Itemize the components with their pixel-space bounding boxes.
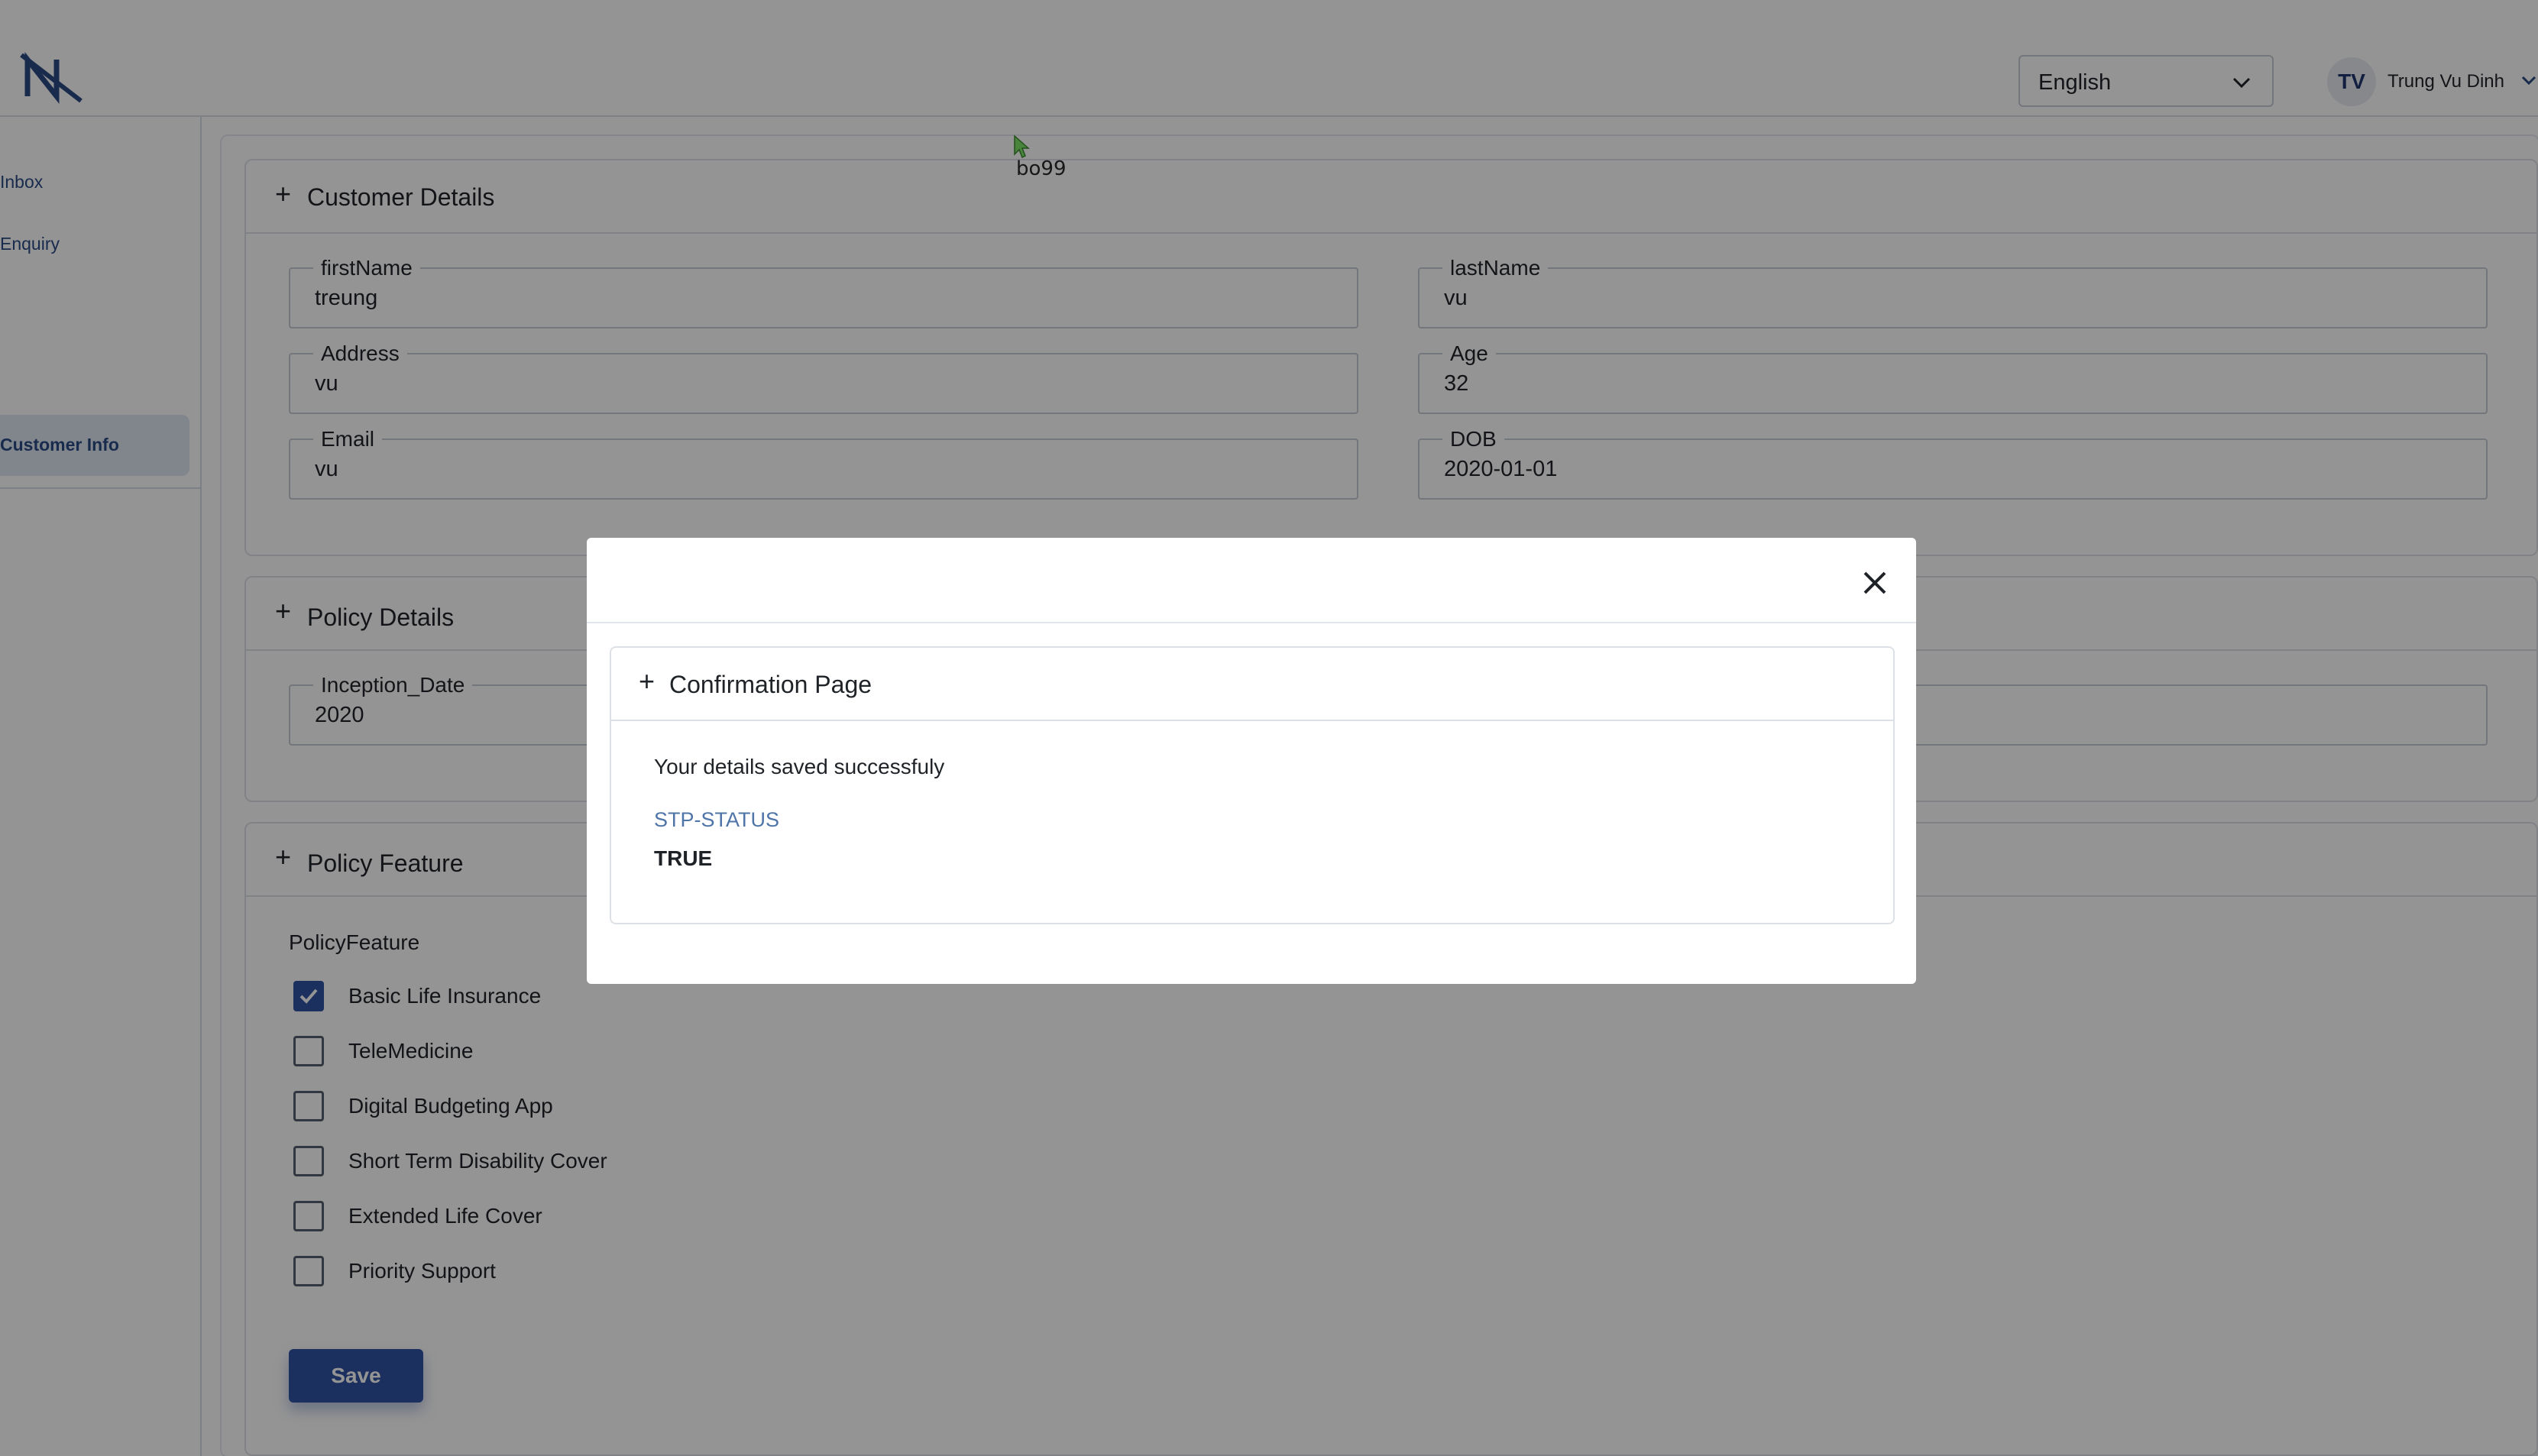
stp-status-label: STP-STATUS [654,808,780,831]
confirmation-message: Your details saved successfuly [654,755,945,778]
confirmation-modal: + Confirmation Page Your details saved s… [587,538,1916,984]
close-icon[interactable] [1859,567,1891,599]
confirmation-title: Confirmation Page [669,671,872,698]
modal-divider [587,622,1916,623]
confirmation-header[interactable]: + Confirmation Page [611,648,1893,721]
stp-status-value: TRUE [654,846,713,870]
confirmation-card: + Confirmation Page Your details saved s… [610,646,1895,924]
plus-icon: + [639,665,656,697]
